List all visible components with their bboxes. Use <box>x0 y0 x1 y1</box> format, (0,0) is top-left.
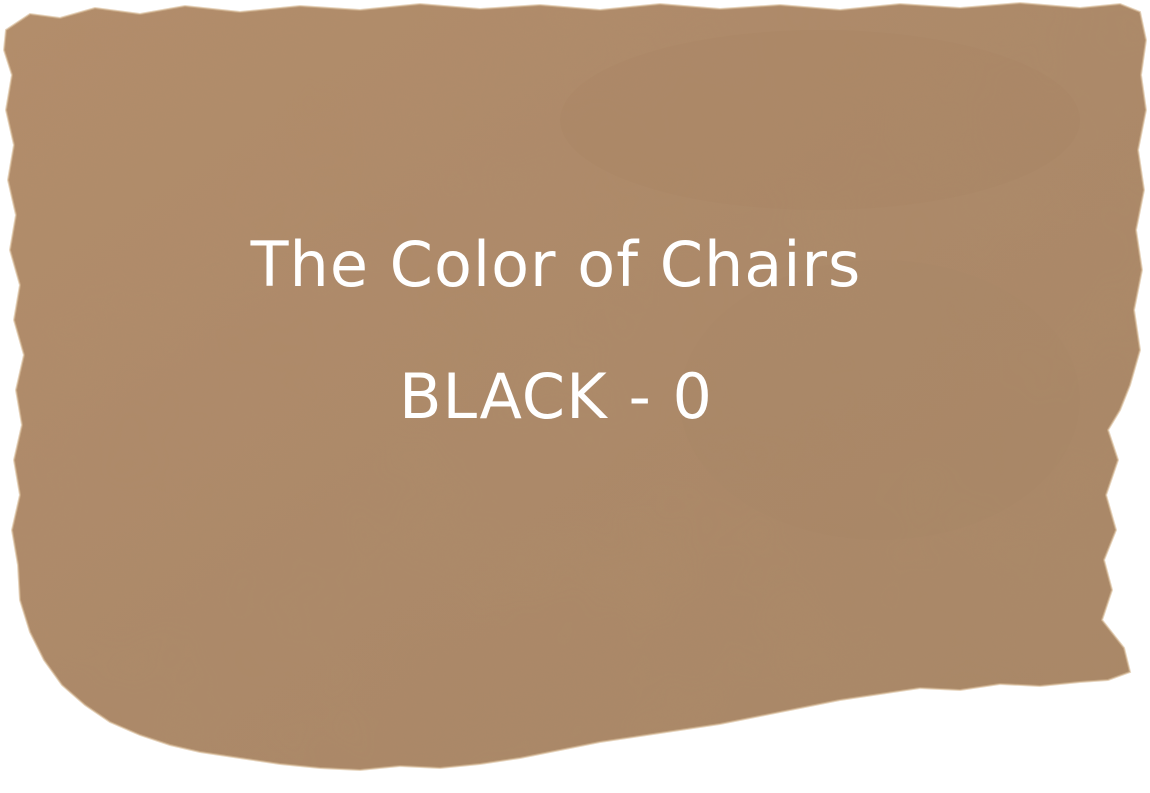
card-subtitle: BLACK - 0 <box>398 360 713 433</box>
text-layer: The Color of Chairs BLACK - 0 <box>0 0 1150 793</box>
torn-paper-card: The Color of Chairs BLACK - 0 <box>0 0 1150 793</box>
card-title: The Color of Chairs <box>250 228 862 301</box>
